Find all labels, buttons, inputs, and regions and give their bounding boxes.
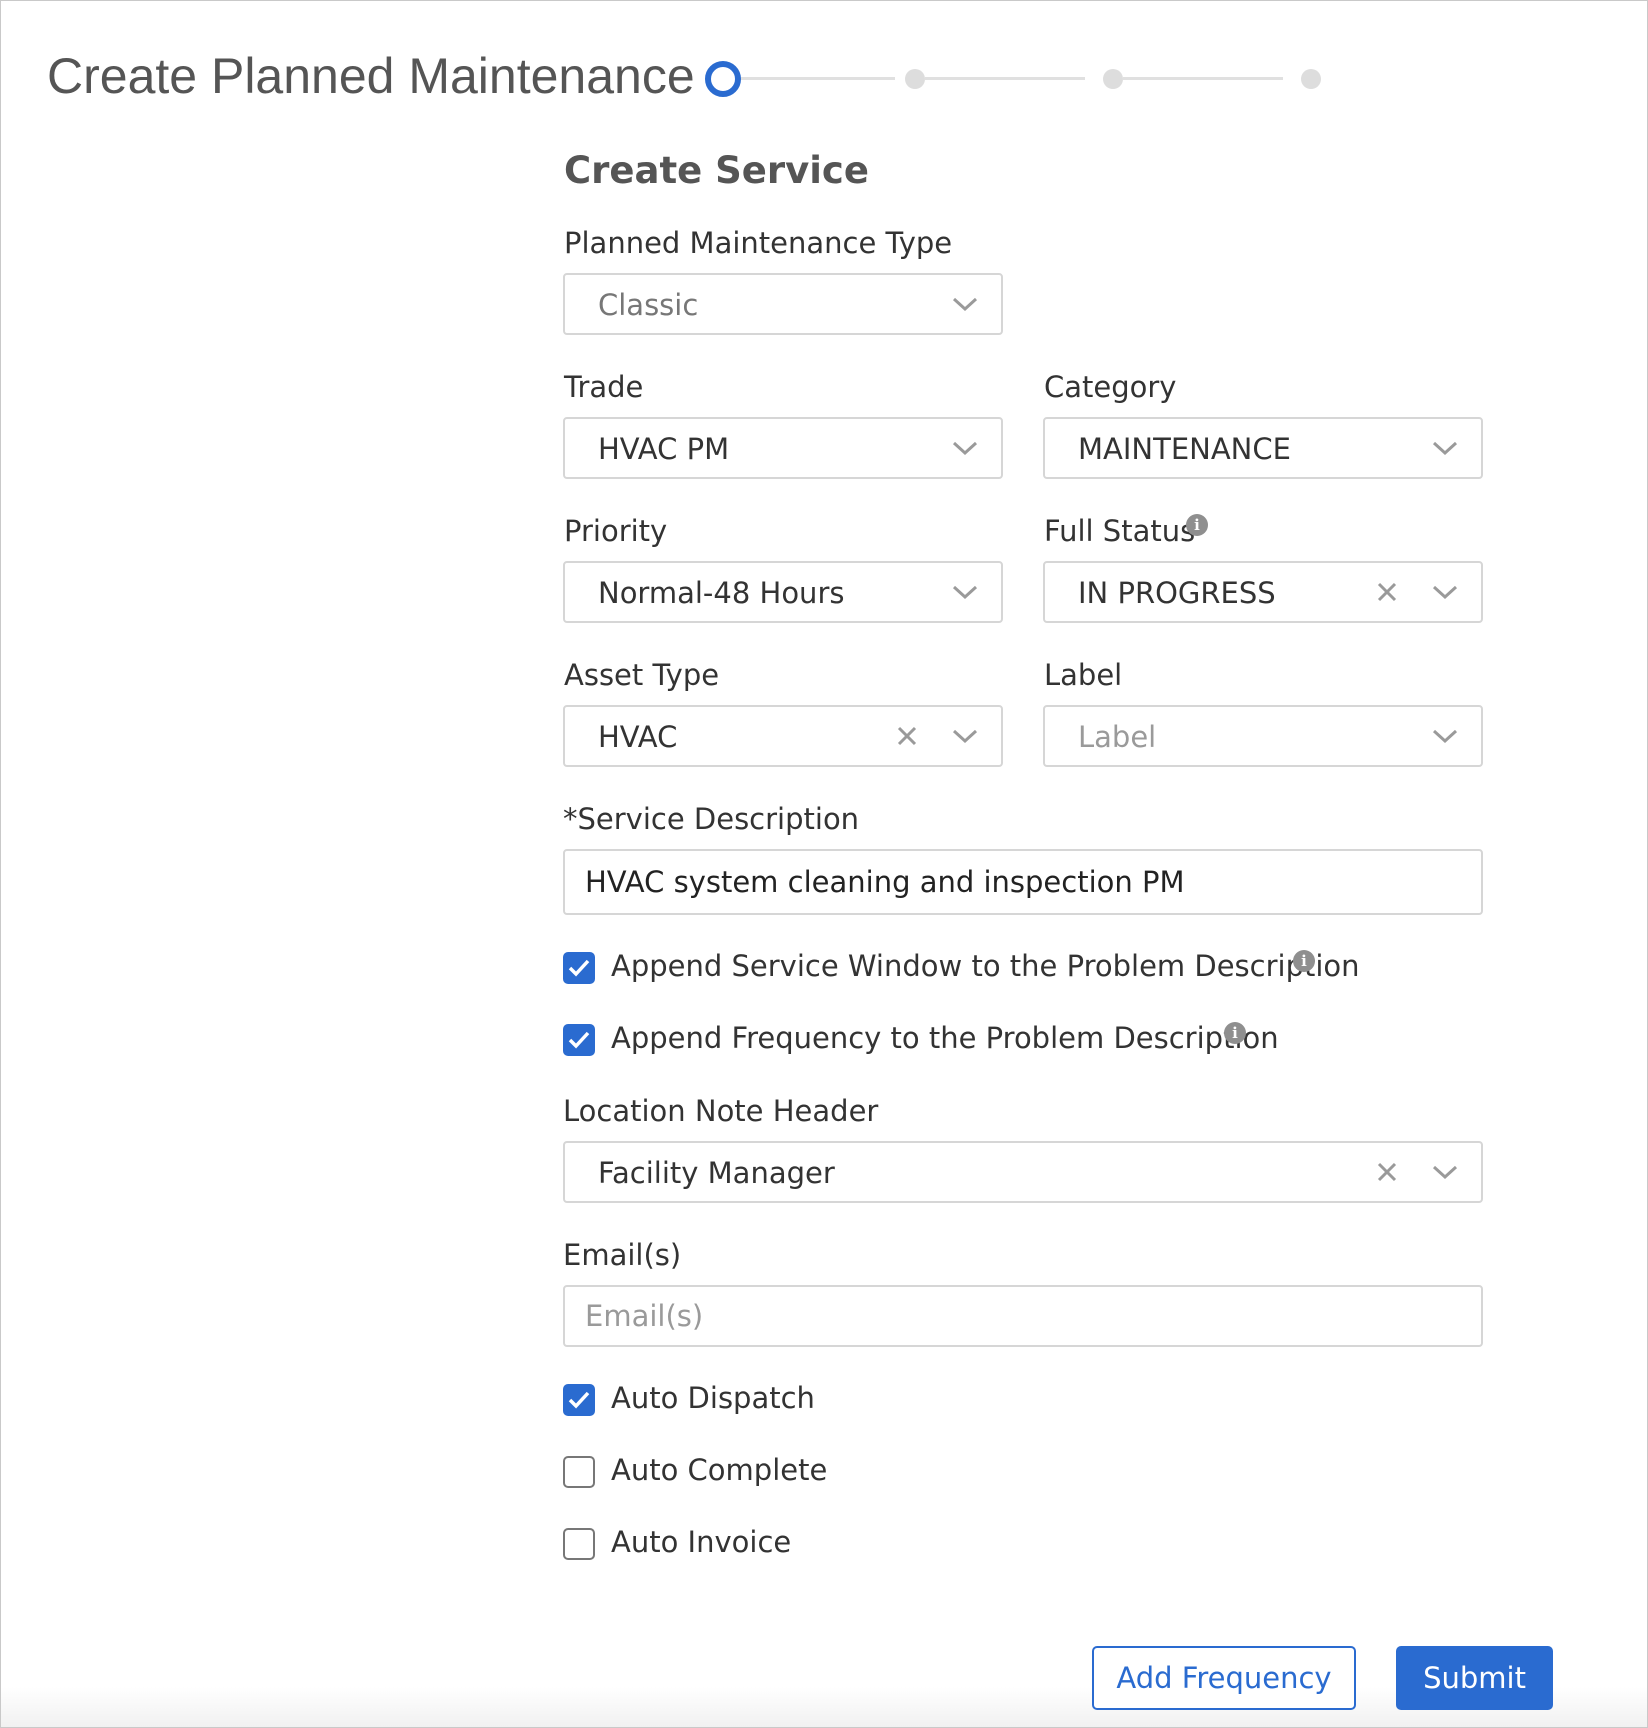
chevron-down-icon [951,719,979,753]
priority-select[interactable]: Normal-48 Hours [563,561,1003,623]
asset-type-label: Asset Type [564,658,720,692]
pm-type-label: Planned Maintenance Type [564,226,953,260]
stepper-connector [735,77,895,80]
auto-complete-row[interactable]: Auto Complete [563,1453,833,1493]
info-icon[interactable]: i [1224,1022,1246,1044]
auto-complete-checkbox[interactable] [563,1456,595,1488]
add-frequency-button[interactable]: Add Frequency [1092,1646,1356,1710]
append-service-window-row[interactable]: Append Service Window to the Problem Des… [563,949,1360,989]
location-note-header-value: Facility Manager [598,1156,835,1190]
chevron-down-icon [1431,1155,1459,1189]
page-title: Create Planned Maintenance [47,48,695,104]
trade-value: HVAC PM [598,432,730,466]
info-icon[interactable]: i [1293,950,1315,972]
chevron-down-icon [1431,719,1459,753]
section-title: Create Service [564,149,869,192]
close-icon[interactable] [1373,1155,1401,1189]
auto-dispatch-row[interactable]: Auto Dispatch [563,1381,823,1421]
full-status-label: Full Status [1044,514,1196,548]
asset-type-value: HVAC [598,720,678,754]
location-note-header-label: Location Note Header [563,1094,879,1128]
checkmark-icon [568,959,590,977]
asset-type-select[interactable]: HVAC [563,705,1003,767]
auto-complete-label: Auto Complete [611,1453,828,1487]
priority-label: Priority [564,514,668,548]
checkmark-icon [568,1031,590,1049]
stepper-step-2 [905,69,925,89]
service-description-label: *Service Description [563,802,860,836]
emails-label: Email(s) [563,1238,682,1272]
append-frequency-checkbox[interactable] [563,1024,595,1056]
chevron-down-icon [951,431,979,465]
close-icon[interactable] [893,719,921,753]
category-select[interactable]: MAINTENANCE [1043,417,1483,479]
label-placeholder: Label [1078,720,1157,754]
service-description-input[interactable] [563,849,1483,915]
checkmark-icon [568,1391,590,1409]
info-icon[interactable]: i [1186,514,1208,536]
append-service-window-checkbox[interactable] [563,952,595,984]
progress-stepper [705,61,1335,97]
category-value: MAINTENANCE [1078,432,1291,466]
stepper-step-1-active [705,61,741,97]
location-note-header-select[interactable]: Facility Manager [563,1141,1483,1203]
stepper-connector [925,77,1085,80]
trade-label: Trade [564,370,644,404]
close-icon[interactable] [1373,575,1401,609]
full-status-value: IN PROGRESS [1078,576,1276,610]
emails-input[interactable] [563,1285,1483,1347]
auto-invoice-row[interactable]: Auto Invoice [563,1525,803,1565]
submit-button[interactable]: Submit [1396,1646,1553,1710]
append-frequency-label: Append Frequency to the Problem Descript… [611,1021,1279,1055]
pm-type-select[interactable]: Classic [563,273,1003,335]
append-service-window-label: Append Service Window to the Problem Des… [611,949,1360,983]
chevron-down-icon [951,575,979,609]
full-status-select[interactable]: IN PROGRESS [1043,561,1483,623]
auto-invoice-label: Auto Invoice [611,1525,792,1559]
category-label: Category [1044,370,1177,404]
page-frame: Create Planned Maintenance Create Servic… [0,0,1648,1728]
stepper-step-4 [1301,69,1321,89]
chevron-down-icon [1431,575,1459,609]
pm-type-value: Classic [598,288,699,322]
stepper-connector [1123,77,1283,80]
chevron-down-icon [951,287,979,321]
stepper-step-3 [1103,69,1123,89]
auto-dispatch-checkbox[interactable] [563,1384,595,1416]
auto-invoice-checkbox[interactable] [563,1528,595,1560]
append-frequency-row[interactable]: Append Frequency to the Problem Descript… [563,1021,1283,1061]
chevron-down-icon [1431,431,1459,465]
priority-value: Normal-48 Hours [598,576,845,610]
label-field-label: Label [1044,658,1123,692]
label-select[interactable]: Label [1043,705,1483,767]
trade-select[interactable]: HVAC PM [563,417,1003,479]
auto-dispatch-label: Auto Dispatch [611,1381,815,1415]
